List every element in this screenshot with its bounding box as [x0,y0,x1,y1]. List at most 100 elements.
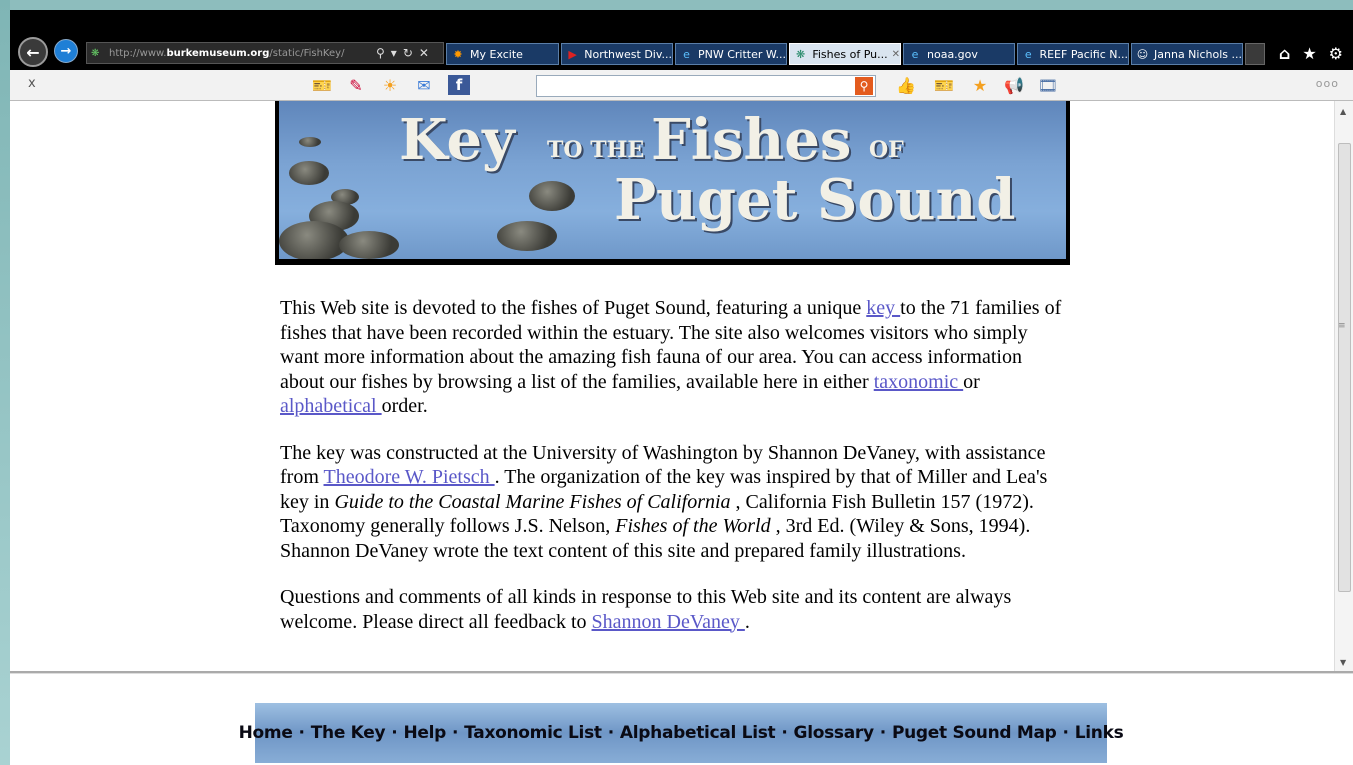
star-icon[interactable]: ★ [1302,44,1316,63]
intro-article: This Web site is devoted to the fishes o… [280,296,1070,656]
banner-of-text: OF [869,137,904,163]
fish-icon: ❋ [91,48,100,59]
feedback-paragraph: Questions and comments of all kinds in r… [280,585,1070,634]
smiley-icon: ☺ [1136,48,1149,61]
tab-noaa[interactable]: e noaa.gov [903,43,1015,65]
tab-janna-nichols[interactable]: ☺ Janna Nichols ... [1131,43,1243,65]
browser-window: ← → ❋ http://www.burkemuseum.org/static/… [10,10,1353,765]
tab-northwest-div[interactable]: ▶ Northwest Div... [561,43,673,65]
book-title: Guide to the Coastal Marine Fishes of Ca… [334,490,731,513]
alphabetical-link[interactable]: alphabetical [280,395,382,417]
frame-divider [10,671,1353,674]
nav-link-puget-sound-map[interactable]: Puget Sound Map [892,723,1057,743]
facebook-icon[interactable]: f [448,75,470,95]
games-icon[interactable]: ★ [968,74,992,96]
nav-link-help[interactable]: Help [403,723,446,743]
megaphone-icon[interactable]: 📢 [1002,74,1026,96]
nav-separator: · [781,723,788,743]
flag-icon: ▶ [568,48,577,61]
tab-reef-pacific[interactable]: e REEF Pacific N... [1017,43,1129,65]
ie-icon: e [911,48,919,61]
tab-label: My Excite [470,47,523,61]
url-path: /static/FishKey/ [269,47,345,59]
film-icon[interactable]: 🎞 [1036,74,1060,96]
window-frame-left [0,0,10,765]
tab-bar: ← → ❋ http://www.burkemuseum.org/static/… [10,10,1353,70]
window-frame-top [0,0,1353,10]
nav-link-alphabetical-list[interactable]: Alphabetical List [620,723,776,743]
toolbar-search-input[interactable]: ⚲ [536,75,876,97]
banner-to-the-text: TO THE [547,137,645,163]
nav-separator: · [298,723,305,743]
nav-link-glossary[interactable]: Glossary [794,723,875,743]
search-icon[interactable]: ⚲ [376,46,385,60]
banner-image: Key TO THE Fishes OF Puget Sound [279,101,1066,259]
tab-label: REEF Pacific N... [1039,47,1128,61]
nav-separator: · [1062,723,1069,743]
excite-icon: ✸ [453,48,463,61]
page-content: Key TO THE Fishes OF Puget Sound This We… [10,101,1353,765]
back-button[interactable]: ← [18,37,48,67]
grip-icon: ≡ [1338,321,1346,331]
pietsch-link[interactable]: Theodore W. Pietsch [324,466,495,488]
tab-pnw-critter[interactable]: e PNW Critter W... [675,43,787,65]
banner-puget-sound-text: Puget Sound [614,167,1016,233]
intro-paragraph: This Web site is devoted to the fishes o… [280,296,1070,419]
text: . [744,610,750,633]
ie-icon: e [683,48,690,61]
nav-separator: · [607,723,614,743]
scroll-thumb[interactable] [1338,143,1351,592]
devaney-email-link[interactable]: Shannon DeVaney [592,611,745,633]
mail-icon[interactable]: ✉ [412,74,436,96]
text: or [963,370,980,393]
refresh-icon[interactable]: ↻ [403,46,413,60]
arrow-right-icon: → [60,43,72,59]
search-icon[interactable]: ⚲ [855,77,873,95]
nav-link-links[interactable]: Links [1075,723,1124,743]
credits-paragraph: The key was constructed at the Universit… [280,441,1070,564]
tab-my-excite[interactable]: ✸ My Excite [446,43,559,65]
calendar-icon[interactable]: ✎ [344,74,368,96]
thumbs-up-icon[interactable]: 👍 [894,74,918,96]
vertical-scrollbar[interactable]: ▲ ≡ ▼ [1334,101,1353,671]
taxonomic-link[interactable]: taxonomic [874,371,963,393]
new-tab-button[interactable] [1245,43,1265,65]
tab-label: PNW Critter W... [697,47,786,61]
home-icon[interactable]: ⌂ [1279,44,1290,63]
site-nav-bar: Home · The Key · Help · Taxonomic List ·… [239,703,1124,763]
text: This Web site is devoted to the fishes o… [280,297,867,319]
url-prefix: http://www. [109,47,167,59]
tab-label: noaa.gov [927,47,978,61]
banner-fishes-text: Fishes [651,107,852,173]
text: order. [381,395,428,417]
address-url[interactable]: http://www.burkemuseum.org/static/FishKe… [109,48,374,59]
toolbar-close-button[interactable]: x [28,76,36,91]
tab-fishes-of-puget[interactable]: ❋ Fishes of Pu... ✕ [789,43,901,65]
site-banner: Key TO THE Fishes OF Puget Sound [275,101,1070,265]
nav-link-the-key[interactable]: The Key [311,723,386,743]
coupon-icon[interactable]: 🎫 [932,74,956,96]
fish-icon: ❋ [796,48,806,61]
nav-separator: · [879,723,886,743]
excite-toolbar: x 🎫 ✎ ☀ ✉ f ⚲ 👍 🎫 ★ 📢 🎞 ooo [10,70,1353,101]
ie-icon: e [1024,48,1032,61]
key-link[interactable]: key [866,297,900,319]
ticket-icon[interactable]: 🎫 [310,74,334,96]
scroll-up-icon[interactable]: ▲ [1340,107,1346,116]
nav-link-taxonomic-list[interactable]: Taxonomic List [464,723,602,743]
gear-icon[interactable]: ⚙ [1329,44,1343,63]
close-icon[interactable]: ✕ [892,49,900,60]
tab-label: Northwest Div... [584,47,672,61]
nav-separator: · [391,723,398,743]
toolbar-more-button[interactable]: ooo [1316,77,1339,90]
arrow-left-icon: ← [26,42,40,62]
chevron-down-icon[interactable]: ▾ [391,46,397,60]
weather-sun-icon[interactable]: ☀ [378,74,402,96]
scroll-down-icon[interactable]: ▼ [1340,658,1346,667]
tab-label: Fishes of Pu... [812,47,888,61]
forward-button[interactable]: → [54,39,78,63]
close-icon[interactable]: ✕ [419,46,429,60]
address-bar[interactable]: ❋ http://www.burkemuseum.org/static/Fish… [86,42,444,64]
url-domain: burkemuseum.org [166,47,270,59]
nav-link-home[interactable]: Home [239,723,293,743]
